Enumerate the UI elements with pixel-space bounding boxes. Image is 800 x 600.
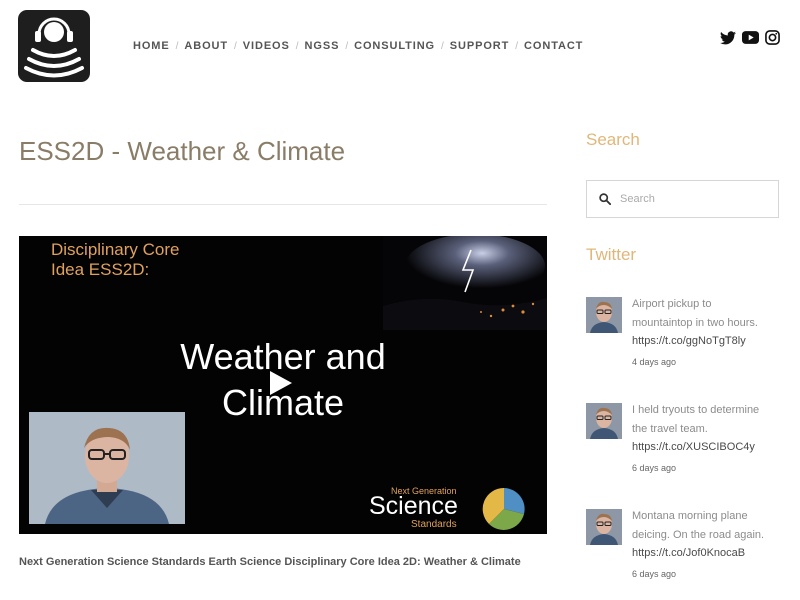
nav-support[interactable]: SUPPORT (450, 40, 509, 52)
avatar[interactable] (586, 297, 622, 333)
nav-contact[interactable]: CONTACT (524, 40, 583, 52)
tweet-text-line: Airport pickup to (632, 298, 712, 310)
tweet-link[interactable]: https://t.co/Jof0KnocaB (632, 547, 745, 559)
nav-videos[interactable]: VIDEOS (243, 40, 290, 52)
search-icon (599, 193, 611, 205)
nav-about[interactable]: ABOUT (184, 40, 228, 52)
tweet-timestamp: 6 days ago (632, 569, 677, 579)
nav-separator: / (175, 40, 179, 52)
ngss-pie-icon (482, 487, 525, 530)
nav-separator: / (345, 40, 349, 52)
tweet-item: I held tryouts to determine the travel t… (586, 401, 791, 491)
ngss-badge-line2: Science (369, 492, 458, 520)
tweet-text: I held tryouts to determine the travel t… (632, 401, 788, 439)
search-input[interactable] (620, 193, 760, 205)
tweet-item: Montana morning plane deicing. On the ro… (586, 507, 791, 597)
video-dci-text: Disciplinary Core Idea ESS2D: (51, 240, 179, 280)
nav-consulting[interactable]: CONSULTING (354, 40, 435, 52)
video-dci-line1: Disciplinary Core (51, 240, 180, 259)
tweet-timestamp: 4 days ago (632, 357, 677, 367)
presenter-thumbnail (29, 412, 185, 524)
ngss-badge: Next Generation Science Standards (365, 486, 525, 534)
twitter-heading: Twitter (586, 245, 637, 264)
video-dci-line2: Idea ESS2D: (51, 260, 150, 279)
search-box (586, 180, 779, 218)
headphones-logo-icon (24, 17, 84, 78)
avatar[interactable] (586, 509, 622, 545)
social-links (720, 30, 780, 50)
twitter-icon[interactable] (720, 30, 736, 50)
nav-separator: / (441, 40, 444, 52)
nav-separator: / (234, 40, 237, 52)
title-divider (19, 204, 547, 205)
nav-home[interactable]: HOME (133, 40, 170, 52)
tweet-item: Airport pickup to mountaintop in two hou… (586, 295, 791, 385)
tweet-text-line: deicing. On the road again. (632, 529, 765, 541)
ngss-badge-line3: Standards (411, 519, 457, 530)
site-logo[interactable] (18, 10, 90, 82)
nav-ngss[interactable]: NGSS (305, 40, 340, 52)
search-heading: Search (586, 130, 640, 149)
tweet-text: Montana morning plane deicing. On the ro… (632, 507, 788, 545)
page-title: ESS2D - Weather & Climate (19, 136, 346, 166)
play-icon[interactable] (270, 371, 292, 395)
tweet-text-line: Montana morning plane (632, 510, 748, 522)
tweet-timestamp: 6 days ago (632, 463, 677, 473)
tweet-text-line: mountaintop in two hours. (632, 317, 758, 329)
tweet-text: Airport pickup to mountaintop in two hou… (632, 295, 788, 333)
main-nav: HOME / ABOUT / VIDEOS / NGSS / CONSULTIN… (133, 38, 583, 54)
tweet-link[interactable]: https://t.co/XUSCIBOC4y (632, 441, 755, 453)
video-player[interactable]: Disciplinary Core Idea ESS2D: Weather an… (19, 236, 547, 534)
tweet-link[interactable]: https://t.co/ggNoTgT8ly (632, 335, 746, 347)
avatar[interactable] (586, 403, 622, 439)
youtube-icon[interactable] (742, 31, 759, 49)
video-caption: Next Generation Science Standards Earth … (19, 556, 521, 568)
instagram-icon[interactable] (765, 30, 780, 50)
tweet-text-line: the travel team. (632, 423, 708, 435)
nav-separator: / (295, 40, 299, 52)
nav-separator: / (515, 40, 519, 52)
lightning-storm-image (383, 236, 547, 330)
tweet-text-line: I held tryouts to determine (632, 404, 760, 416)
